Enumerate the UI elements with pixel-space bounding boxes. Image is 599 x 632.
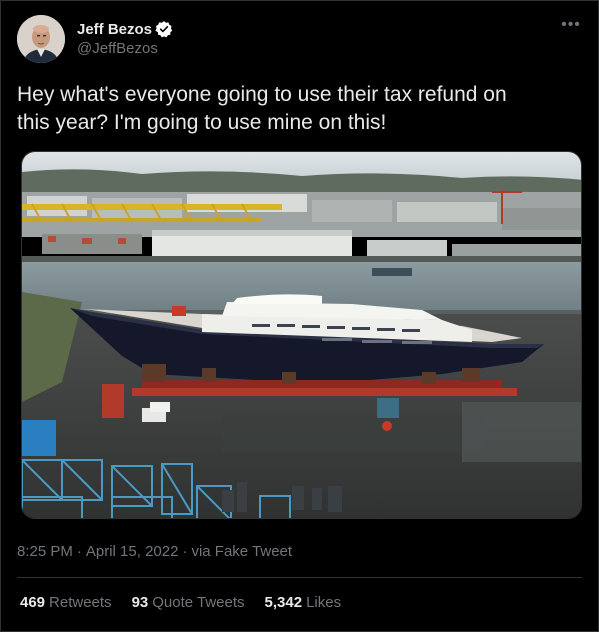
likes-stat[interactable]: 5,342 Likes [265, 593, 342, 613]
retweets-label: Retweets [49, 594, 112, 611]
retweets-count: 469 [20, 594, 46, 611]
retweets-stat[interactable]: 469 Retweets [20, 593, 112, 613]
quote-tweets-label: Quote Tweets [152, 594, 245, 611]
display-name[interactable]: Jeff Bezos [77, 20, 152, 39]
tweet-date[interactable]: April 15, 2022 [86, 543, 179, 560]
handle[interactable]: @JeffBezos [77, 39, 173, 59]
more-options-icon[interactable]: ••• [561, 15, 581, 35]
tweet-media-image[interactable] [21, 151, 582, 519]
author-names: Jeff Bezos @JeffBezos [77, 20, 173, 59]
display-name-row: Jeff Bezos [77, 20, 173, 39]
separator-dot: · [182, 543, 188, 560]
tweet-timestamp[interactable]: 8:25 PM · April 15, 2022 · via Fake Tweet [17, 542, 292, 562]
tweet-text: Hey what's everyone going to use their t… [17, 83, 507, 134]
likes-label: Likes [306, 594, 342, 611]
divider [17, 577, 582, 578]
quote-tweets-count: 93 [131, 594, 149, 611]
tweet-time[interactable]: 8:25 PM [17, 543, 73, 560]
verified-badge-icon [155, 20, 173, 38]
likes-count: 5,342 [264, 594, 303, 611]
tweet-stats: 469 Retweets 93 Quote Tweets 5,342 Likes [20, 593, 361, 613]
quote-tweets-stat[interactable]: 93 Quote Tweets [132, 593, 245, 613]
tweet-header: Jeff Bezos @JeffBezos [17, 15, 173, 63]
tweet-card: Jeff Bezos @JeffBezos ••• Hey what's eve… [0, 0, 599, 632]
tweet-source[interactable]: via Fake Tweet [191, 543, 292, 560]
avatar[interactable] [17, 15, 65, 63]
separator-dot: · [76, 543, 82, 560]
